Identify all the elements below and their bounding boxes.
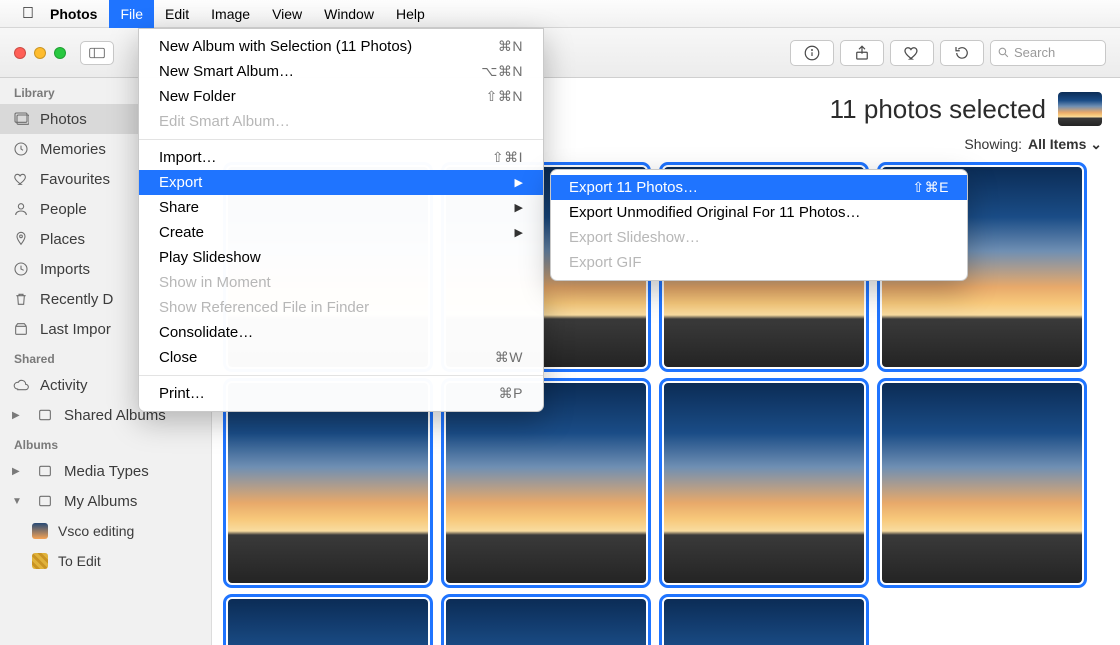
system-menubar:  Photos File Edit Image View Window Hel… bbox=[0, 0, 1120, 28]
album-icon bbox=[36, 463, 54, 479]
menu-separator bbox=[139, 375, 543, 376]
zoom-window-button[interactable] bbox=[54, 47, 66, 59]
pin-icon bbox=[12, 231, 30, 247]
toggle-sidebar-button[interactable] bbox=[80, 41, 114, 65]
photo-thumb[interactable] bbox=[446, 383, 646, 583]
menu-import[interactable]: Import…⇧⌘I bbox=[139, 145, 543, 170]
photo-thumb[interactable] bbox=[228, 599, 428, 645]
menu-edit[interactable]: Edit bbox=[154, 0, 200, 28]
menu-export[interactable]: Export▶ bbox=[139, 170, 543, 195]
search-placeholder: Search bbox=[1014, 45, 1055, 60]
album-icon bbox=[36, 493, 54, 509]
menu-file[interactable]: File bbox=[109, 0, 154, 28]
heart-icon bbox=[12, 171, 30, 187]
album-thumb bbox=[32, 553, 48, 569]
menu-new-folder[interactable]: New Folder⇧⌘N bbox=[139, 84, 543, 109]
menu-new-smart-album[interactable]: New Smart Album…⌥⌘N bbox=[139, 59, 543, 84]
showing-filter[interactable]: All Items ⌄ bbox=[1028, 136, 1102, 153]
photos-icon bbox=[12, 111, 30, 127]
album-thumb bbox=[32, 523, 48, 539]
menu-consolidate[interactable]: Consolidate… bbox=[139, 320, 543, 345]
menu-export-photos[interactable]: Export 11 Photos…⇧⌘E bbox=[551, 175, 967, 200]
disclosure-icon: ▶ bbox=[12, 466, 24, 477]
memories-icon bbox=[12, 141, 30, 157]
menu-image[interactable]: Image bbox=[200, 0, 261, 28]
menu-window[interactable]: Window bbox=[313, 0, 385, 28]
menu-help[interactable]: Help bbox=[385, 0, 436, 28]
favourite-button[interactable] bbox=[890, 40, 934, 66]
close-window-button[interactable] bbox=[14, 47, 26, 59]
sidebar-item-my-albums[interactable]: ▼My Albums bbox=[0, 486, 211, 516]
menu-view[interactable]: View bbox=[261, 0, 313, 28]
selection-count: 11 photos selected bbox=[830, 94, 1046, 125]
clock-icon bbox=[12, 261, 30, 277]
submenu-arrow-icon: ▶ bbox=[515, 226, 523, 239]
menu-new-album[interactable]: New Album with Selection (11 Photos)⌘N bbox=[139, 34, 543, 59]
disclosure-icon: ▶ bbox=[12, 410, 24, 421]
album-icon bbox=[36, 407, 54, 423]
photo-thumb[interactable] bbox=[446, 599, 646, 645]
photo-thumb[interactable] bbox=[664, 383, 864, 583]
share-button[interactable] bbox=[840, 40, 884, 66]
photo-thumb[interactable] bbox=[664, 599, 864, 645]
photo-thumb[interactable] bbox=[228, 383, 428, 583]
menu-edit-smart-album: Edit Smart Album… bbox=[139, 109, 543, 134]
box-icon bbox=[12, 321, 30, 337]
menu-close[interactable]: Close⌘W bbox=[139, 345, 543, 370]
traffic-lights bbox=[14, 47, 66, 59]
person-icon bbox=[12, 201, 30, 217]
menu-show-referenced: Show Referenced File in Finder bbox=[139, 295, 543, 320]
search-field[interactable]: Search bbox=[990, 40, 1106, 66]
app-name[interactable]: Photos bbox=[38, 6, 109, 22]
apple-menu[interactable]:  bbox=[18, 5, 38, 23]
menu-share[interactable]: Share▶ bbox=[139, 195, 543, 220]
rotate-button[interactable] bbox=[940, 40, 984, 66]
export-submenu: Export 11 Photos…⇧⌘E Export Unmodified O… bbox=[550, 169, 968, 281]
info-button[interactable] bbox=[790, 40, 834, 66]
menu-create[interactable]: Create▶ bbox=[139, 220, 543, 245]
sidebar-album-to-edit[interactable]: To Edit bbox=[0, 546, 211, 576]
cloud-icon bbox=[12, 377, 30, 393]
menu-separator bbox=[139, 139, 543, 140]
sidebar-item-media-types[interactable]: ▶Media Types bbox=[0, 456, 211, 486]
sidebar-section-albums: Albums bbox=[0, 430, 211, 456]
key-photo[interactable] bbox=[1058, 92, 1102, 126]
search-icon bbox=[997, 46, 1010, 59]
sidebar-album-vsco[interactable]: Vsco editing bbox=[0, 516, 211, 546]
menu-export-slideshow: Export Slideshow… bbox=[551, 225, 967, 250]
disclosure-icon: ▼ bbox=[12, 496, 24, 507]
menu-show-in-moment: Show in Moment bbox=[139, 270, 543, 295]
menu-print[interactable]: Print…⌘P bbox=[139, 381, 543, 406]
menu-export-gif: Export GIF bbox=[551, 250, 967, 275]
submenu-arrow-icon: ▶ bbox=[515, 201, 523, 214]
minimize-window-button[interactable] bbox=[34, 47, 46, 59]
showing-label: Showing: bbox=[964, 136, 1022, 153]
photo-thumb[interactable] bbox=[882, 383, 1082, 583]
submenu-arrow-icon: ▶ bbox=[515, 176, 523, 189]
trash-icon bbox=[12, 291, 30, 307]
file-menu-dropdown: New Album with Selection (11 Photos)⌘N N… bbox=[138, 28, 544, 412]
menu-export-unmodified[interactable]: Export Unmodified Original For 11 Photos… bbox=[551, 200, 967, 225]
menu-play-slideshow[interactable]: Play Slideshow bbox=[139, 245, 543, 270]
